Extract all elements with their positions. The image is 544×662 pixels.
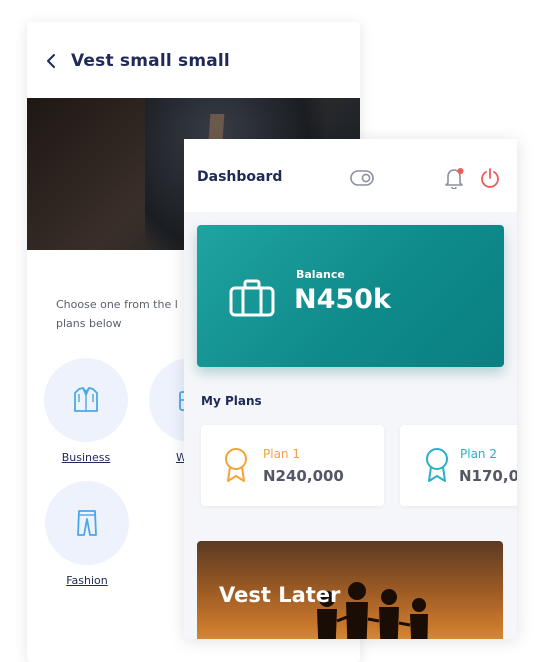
power-icon[interactable] — [479, 167, 501, 193]
vest-later-title: Vest Later — [219, 583, 341, 607]
dashboard-body: Balance N450k My Plans Plan 1 N240,000 P… — [184, 212, 517, 639]
plan-card[interactable]: Plan 2 N170,00 — [400, 425, 517, 506]
notification-bell-icon[interactable] — [443, 167, 465, 193]
category-label: Fashion — [66, 574, 108, 587]
balance-card[interactable]: Balance N450k — [197, 225, 504, 367]
dashboard-header: Dashboard — [184, 139, 517, 212]
category-fashion[interactable]: Fashion — [45, 481, 129, 587]
plan-name: Plan 1 — [263, 447, 300, 461]
category-business[interactable]: Business — [44, 358, 128, 464]
plan-amount: N170,00 — [459, 467, 517, 485]
page-title: Vest small small — [71, 51, 230, 71]
category-label: Business — [61, 451, 111, 464]
medal-icon — [223, 447, 249, 487]
plan-card[interactable]: Plan 1 N240,000 — [201, 425, 384, 506]
vest-later-promo[interactable]: Vest Later — [197, 541, 503, 639]
my-plans-title: My Plans — [201, 394, 262, 408]
plan-amount: N240,000 — [263, 467, 344, 485]
balance-value: N450k — [294, 284, 391, 315]
plan-name: Plan 2 — [460, 447, 497, 461]
shirt-icon — [74, 387, 98, 412]
back-screen-header: Vest small small — [27, 22, 360, 98]
dashboard-title: Dashboard — [197, 169, 283, 185]
back-arrow-icon[interactable] — [45, 52, 59, 70]
trousers-icon — [77, 510, 97, 536]
briefcase-icon — [229, 279, 275, 321]
balance-label: Balance — [296, 268, 345, 281]
dashboard-screen: Dashboard Balance N450k My Plans Plan 1 … — [184, 139, 517, 639]
medal-icon — [424, 447, 450, 487]
toggle-icon[interactable] — [350, 170, 374, 190]
